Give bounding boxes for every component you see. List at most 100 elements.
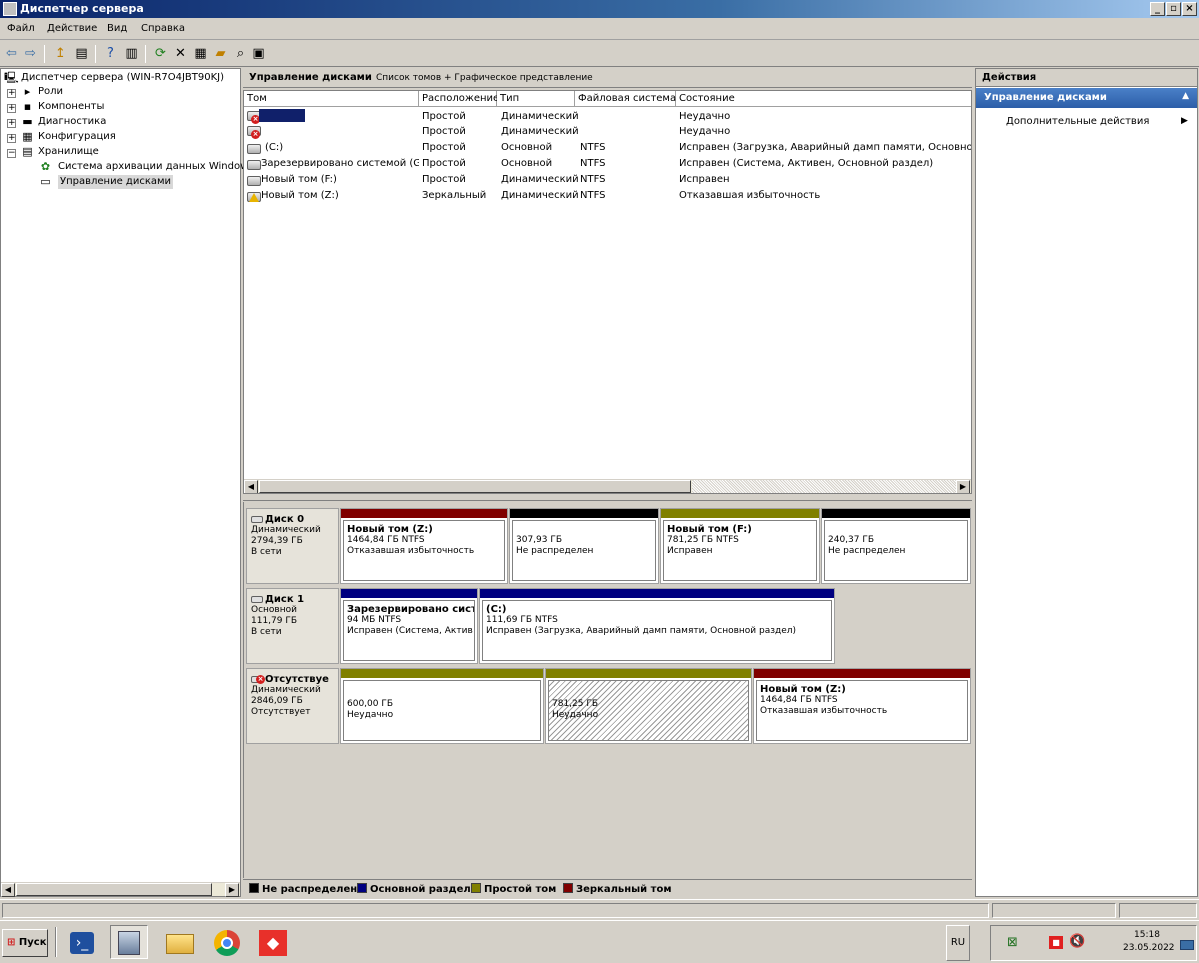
- properties-icon[interactable]: ▦: [192, 45, 209, 62]
- scroll-thumb[interactable]: [16, 883, 212, 896]
- menu-view[interactable]: Вид: [107, 23, 127, 34]
- show-hide-action-pane-icon[interactable]: ▥: [123, 45, 140, 62]
- legend-simple: Простой том: [471, 883, 556, 895]
- expand-roles[interactable]: +: [7, 89, 16, 98]
- disk-icon: [251, 595, 263, 603]
- expand-diagnostics[interactable]: +: [7, 119, 16, 128]
- partition-system-reserved[interactable]: Зарезервировано сист 94 МБ NTFS Исправен…: [340, 588, 478, 664]
- legend-swatch: [563, 883, 573, 893]
- speaker-muted-icon[interactable]: 🔇: [1069, 934, 1085, 949]
- powershell-icon: ›_: [70, 932, 94, 954]
- column-header-status[interactable]: Состояние: [676, 91, 971, 107]
- network-icon[interactable]: ⊠: [1007, 935, 1018, 950]
- cell-filesystem: NTFS: [580, 142, 606, 153]
- legend: Не распределен Основной раздел Простой т…: [243, 879, 972, 897]
- windows-logo-icon: ⊞: [7, 937, 16, 948]
- status-panel: [1119, 903, 1197, 918]
- menu-help[interactable]: Справка: [141, 23, 185, 34]
- delete-icon[interactable]: ✕: [172, 45, 189, 62]
- status-panel: [992, 903, 1116, 918]
- column-header-volume[interactable]: Том: [244, 91, 419, 107]
- partition-volume-z[interactable]: Новый том (Z:) 1464,84 ГБ NTFS Отказавша…: [340, 508, 508, 584]
- disk-graphical-view: Диск 0 Динамический 2794,39 ГБ В сети Но…: [243, 502, 972, 878]
- maximize-button[interactable]: ▫: [1166, 2, 1181, 16]
- language-indicator[interactable]: RU: [946, 925, 970, 961]
- partition-bar: [341, 509, 507, 518]
- help-icon[interactable]: ?: [102, 45, 119, 62]
- partition-failed-selected[interactable]: 781,25 ГБ Неудачно: [545, 668, 752, 744]
- toolbar: ⇦ ⇨ ↥ ▤ ? ▥ ⟳ ✕ ▦ ▰ ⌕ ▣: [0, 41, 1199, 67]
- scroll-left-button[interactable]: ◀: [244, 480, 258, 493]
- minimize-button[interactable]: _: [1150, 2, 1165, 16]
- open-icon[interactable]: ▰: [212, 45, 229, 62]
- volume-list: Том Расположение Тип Файловая система Со…: [243, 90, 972, 494]
- partition-unallocated[interactable]: 307,93 ГБ Не распределен: [509, 508, 659, 584]
- disk-info-missing[interactable]: × Отсутствуе Динамический 2846,09 ГБ Отсу…: [246, 668, 339, 744]
- chrome-icon: [214, 930, 240, 956]
- partition-bar: [341, 669, 543, 678]
- menu-action[interactable]: Действие: [47, 23, 97, 34]
- volume-list-horizontal-scrollbar[interactable]: ◀ ▶: [244, 479, 971, 493]
- scroll-right-button[interactable]: ▶: [225, 883, 239, 897]
- disk-info-0[interactable]: Диск 0 Динамический 2794,39 ГБ В сети: [246, 508, 339, 584]
- tree-horizontal-scrollbar[interactable]: ◀ ▶: [1, 882, 240, 897]
- collapse-storage[interactable]: −: [7, 149, 16, 158]
- rescan-icon[interactable]: ▣: [250, 45, 267, 62]
- expand-configuration[interactable]: +: [7, 134, 16, 143]
- column-header-type[interactable]: Тип: [497, 91, 575, 107]
- legend-mirror: Зеркальный том: [563, 883, 672, 895]
- legend-swatch: [357, 883, 367, 893]
- taskbar-chrome[interactable]: [208, 925, 246, 959]
- pane-splitter[interactable]: [243, 495, 972, 501]
- cell-status: Исправен: [679, 174, 730, 185]
- cell-status: Исправен (Система, Активен, Основной раз…: [679, 158, 934, 169]
- collapse-arrow-icon[interactable]: ▲: [1182, 91, 1189, 101]
- forward-icon[interactable]: ⇨: [22, 45, 39, 62]
- up-folder-icon[interactable]: ↥: [52, 45, 69, 62]
- status-panel-main: [2, 903, 989, 918]
- more-actions-item[interactable]: Дополнительные действия: [1006, 116, 1149, 127]
- clock[interactable]: 15:18 23.05.2022: [1123, 929, 1175, 955]
- console-tree: 🖳 Диспетчер сервера (WIN-R7O4JBT90KJ) + …: [0, 68, 253, 897]
- cell-type: Динамический: [501, 126, 579, 137]
- scroll-right-button[interactable]: ▶: [956, 480, 970, 493]
- partition-bar: [822, 509, 970, 518]
- partition-c[interactable]: (C:) 111,69 ГБ NTFS Исправен (Загрузка, …: [479, 588, 835, 664]
- action-center-icon[interactable]: ■: [1049, 936, 1063, 949]
- menu-file[interactable]: Файл: [7, 23, 35, 34]
- legend-unallocated: Не распределен: [249, 883, 357, 895]
- title-bar[interactable]: Диспетчер сервера _ ▫ ×: [0, 0, 1199, 18]
- cell-type: Основной: [501, 142, 553, 153]
- back-icon[interactable]: ⇦: [3, 45, 20, 62]
- partition-unallocated[interactable]: 240,37 ГБ Не распределен: [821, 508, 971, 584]
- disk-info-1[interactable]: Диск 1 Основной 111,79 ГБ В сети: [246, 588, 339, 664]
- close-button[interactable]: ×: [1182, 2, 1197, 16]
- start-button[interactable]: ⊞ Пуск: [2, 929, 48, 957]
- partition-volume-z[interactable]: Новый том (Z:) 1464,84 ГБ NTFS Отказавша…: [753, 668, 971, 744]
- taskbar-server-manager[interactable]: [110, 925, 148, 959]
- partition-failed[interactable]: 600,00 ГБ Неудачно: [340, 668, 544, 744]
- refresh-icon[interactable]: ⟳: [152, 45, 169, 62]
- cell-type: Динамический: [501, 190, 579, 201]
- actions-section-disk-management[interactable]: Управление дисками ▲: [976, 88, 1197, 108]
- backup-icon: ✿: [40, 160, 51, 173]
- taskbar-separator: [55, 927, 57, 957]
- column-header-filesystem[interactable]: Файловая система: [575, 91, 676, 107]
- search-icon[interactable]: ⌕: [232, 45, 249, 62]
- taskbar-powershell[interactable]: ›_: [63, 925, 101, 959]
- show-hide-tree-icon[interactable]: ▤: [73, 45, 90, 62]
- taskbar-explorer[interactable]: [160, 925, 198, 959]
- partition-volume-f[interactable]: Новый том (F:) 781,25 ГБ NTFS Исправен: [660, 508, 820, 584]
- view-mode-label: Список томов + Графическое представление: [376, 73, 593, 83]
- show-desktop-icon[interactable]: [1180, 940, 1194, 950]
- scroll-track[interactable]: [692, 480, 956, 493]
- scroll-left-button[interactable]: ◀: [1, 883, 15, 897]
- scroll-thumb[interactable]: [259, 480, 691, 493]
- menu-bar: Файл Действие Вид Справка: [0, 18, 1199, 40]
- expand-features[interactable]: +: [7, 104, 16, 113]
- column-header-layout[interactable]: Расположение: [419, 91, 499, 107]
- diagnostics-icon: ▬: [22, 115, 33, 128]
- taskbar-anydesk[interactable]: ◆: [254, 925, 292, 959]
- submenu-arrow-icon[interactable]: ▶: [1181, 116, 1188, 126]
- cell-layout: Простой: [422, 142, 466, 153]
